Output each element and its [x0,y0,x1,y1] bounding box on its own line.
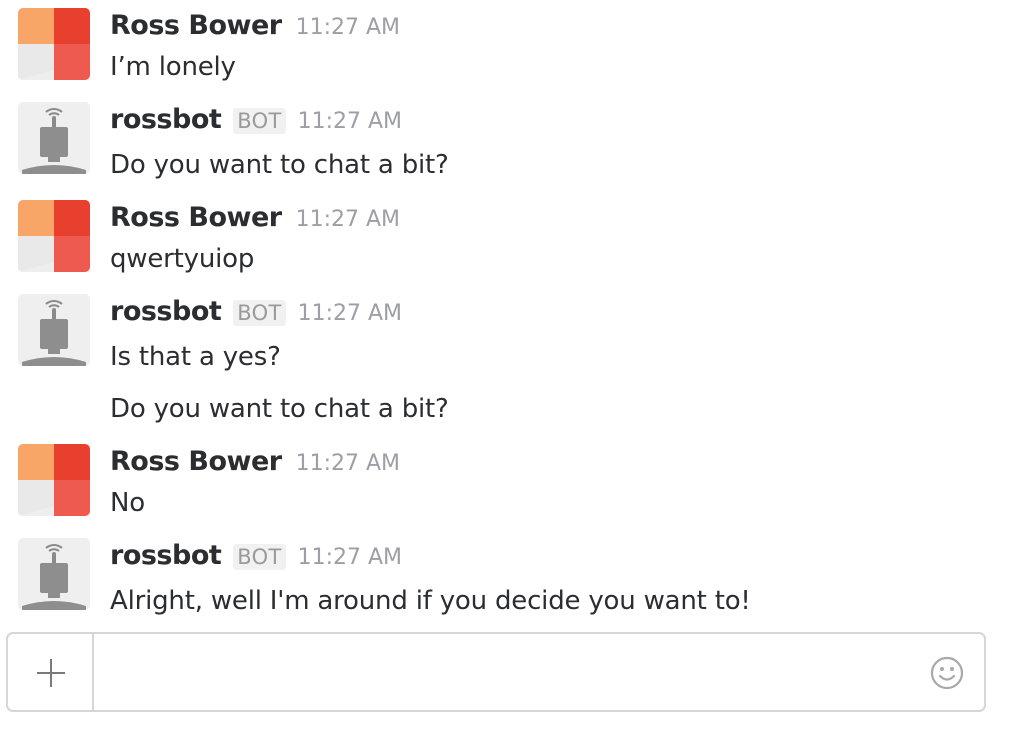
message-text: Alright, well I'm around if you decide y… [110,586,751,616]
message-text: Do you want to chat a bit? [110,394,449,424]
message-text: qwertyuiop [110,244,255,274]
bot-avatar[interactable] [18,294,90,366]
message-text: I’m lonely [110,52,236,82]
bot-badge: BOT [233,544,286,570]
message-timestamp[interactable]: 11:27 AM [298,301,402,326]
bot-badge: BOT [233,300,286,326]
message-timestamp[interactable]: 11:27 AM [298,545,402,570]
user-avatar[interactable] [18,444,90,516]
message-author[interactable]: Ross Bower [110,446,282,477]
message-input[interactable] [98,634,928,710]
bot-avatar[interactable] [18,538,90,610]
message-author[interactable]: Ross Bower [110,202,282,233]
message-author[interactable]: rossbot [110,540,222,571]
message-text: Do you want to chat a bit? [110,150,449,180]
emoji-button[interactable] [930,656,964,690]
message-timestamp[interactable]: 11:27 AM [298,109,402,134]
message-text: No [110,488,145,518]
message-author[interactable]: rossbot [110,296,222,327]
user-avatar[interactable] [18,8,90,80]
message-author[interactable]: Ross Bower [110,10,282,41]
add-attachment-button[interactable] [8,634,94,710]
smiley-icon [930,656,964,690]
message-author[interactable]: rossbot [110,104,222,135]
bot-badge: BOT [233,108,286,134]
user-avatar[interactable] [18,200,90,272]
message-text: Is that a yes? [110,342,281,372]
bot-avatar[interactable] [18,102,90,174]
message-composer [6,632,986,712]
message-timestamp[interactable]: 11:27 AM [296,451,400,476]
message-timestamp[interactable]: 11:27 AM [296,207,400,232]
plus-icon [37,659,65,687]
message-timestamp[interactable]: 11:27 AM [296,15,400,40]
